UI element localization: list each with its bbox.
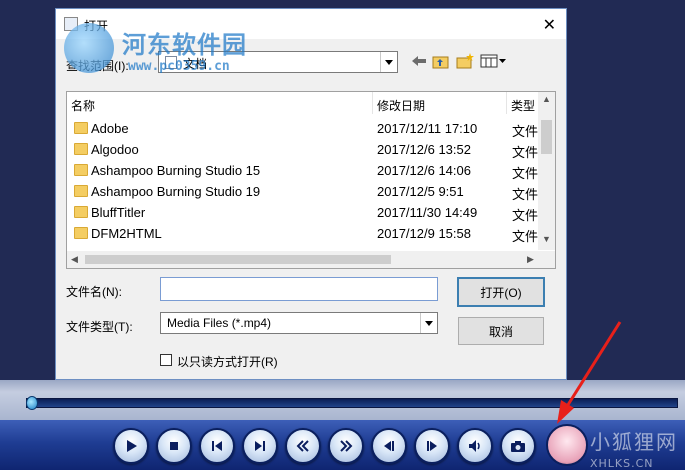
- watermark-site-url: www.pc0359.cn: [128, 59, 230, 74]
- cancel-button[interactable]: 取消: [458, 317, 544, 345]
- file-date: 2017/11/30 14:49: [377, 205, 478, 220]
- file-date: 2017/12/6 13:52: [377, 142, 471, 157]
- fast-forward-icon: [340, 440, 353, 452]
- up-folder-button[interactable]: [432, 53, 450, 69]
- file-row[interactable]: DFM2HTML 2017/12/9 15:58 文件: [67, 223, 539, 244]
- frame-forward-icon: [427, 441, 437, 451]
- vertical-scrollbar[interactable]: ▲ ▼: [538, 92, 555, 250]
- file-name: DFM2HTML: [91, 226, 162, 241]
- scroll-right-icon[interactable]: ▶: [527, 254, 534, 265]
- next-button[interactable]: [242, 428, 278, 464]
- file-name: Ashampoo Burning Studio 15: [91, 163, 261, 178]
- file-row[interactable]: Ashampoo Burning Studio 19 2017/12/5 9:5…: [67, 181, 539, 202]
- file-date: 2017/12/11 17:10: [377, 121, 478, 136]
- skip-back-icon: [212, 441, 222, 451]
- view-list-icon: [480, 54, 506, 68]
- file-name: Algodoo: [91, 142, 139, 157]
- speaker-icon: [469, 440, 480, 452]
- back-button[interactable]: [410, 53, 428, 69]
- file-type: 文件: [512, 145, 539, 160]
- file-name: BluffTitler: [91, 205, 146, 220]
- step-forward-button[interactable]: [414, 428, 450, 464]
- column-header-type[interactable]: 类型: [507, 92, 541, 114]
- file-type: 文件: [512, 229, 539, 244]
- frame-back-icon: [384, 441, 394, 451]
- file-date: 2017/12/9 15:58: [377, 226, 471, 241]
- chevron-down-icon: [385, 59, 393, 65]
- column-date-label: 修改日期: [377, 99, 426, 113]
- file-type: 文件: [512, 124, 539, 139]
- column-header-name[interactable]: 名称: [67, 92, 373, 114]
- look-in-dropdown-arrow[interactable]: [380, 52, 397, 72]
- stop-icon: [170, 442, 178, 450]
- column-name-label: 名称: [71, 99, 96, 113]
- folder-icon: [74, 185, 88, 197]
- open-button[interactable]: 打开(O): [457, 277, 545, 307]
- chevron-down-icon: [425, 320, 433, 326]
- close-button[interactable]: ✕: [543, 15, 556, 35]
- file-name: Adobe: [91, 121, 129, 136]
- horizontal-scrollbar[interactable]: ◀ ▶: [67, 251, 539, 268]
- scroll-up-icon[interactable]: ▲: [542, 94, 551, 104]
- folder-icon: [74, 143, 88, 155]
- play-icon: [127, 440, 137, 452]
- horizontal-scroll-thumb[interactable]: [85, 255, 391, 264]
- new-folder-button[interactable]: [456, 53, 474, 69]
- column-header-date[interactable]: 修改日期: [373, 92, 507, 114]
- camera-icon: [511, 441, 525, 452]
- play-button[interactable]: [113, 428, 149, 464]
- filename-label: 文件名(N):: [66, 285, 122, 299]
- file-name: Ashampoo Burning Studio 19: [91, 184, 261, 199]
- fast-forward-button[interactable]: [328, 428, 364, 464]
- corner-watermark-url: XHLKS.CN: [590, 457, 654, 470]
- up-folder-icon: [432, 56, 449, 69]
- filename-input[interactable]: [160, 277, 438, 301]
- fox-logo: [546, 424, 588, 466]
- file-type: 文件: [512, 208, 539, 223]
- watermark-site-name: 河东软件园: [122, 31, 247, 59]
- back-arrow-icon: [412, 56, 426, 66]
- folder-icon: [74, 206, 88, 218]
- open-file-dialog: 打开 ✕ 查找范围(I): 文档 名称 修改日期 类型 Adobe 2017/1…: [55, 8, 567, 380]
- file-row[interactable]: Algodoo 2017/12/6 13:52 文件: [67, 139, 539, 160]
- skip-forward-icon: [255, 441, 265, 451]
- filetype-select[interactable]: Media Files (*.mp4): [160, 312, 438, 334]
- stop-button[interactable]: [156, 428, 192, 464]
- seek-handle[interactable]: [26, 396, 38, 410]
- folder-icon: [74, 122, 88, 134]
- new-folder-icon: [456, 53, 474, 69]
- file-type: 文件: [512, 166, 539, 181]
- readonly-checkbox[interactable]: [160, 354, 172, 366]
- rewind-icon: [296, 440, 309, 452]
- file-row[interactable]: BluffTitler 2017/11/30 14:49 文件: [67, 202, 539, 223]
- watermark-logo: [64, 23, 114, 73]
- scroll-left-icon[interactable]: ◀: [71, 254, 78, 265]
- readonly-label: 以只读方式打开(R): [177, 355, 278, 369]
- file-row[interactable]: Adobe 2017/12/11 17:10 文件: [67, 118, 539, 139]
- filetype-label: 文件类型(T):: [66, 320, 133, 334]
- view-menu-button[interactable]: [480, 53, 508, 69]
- corner-watermark-name: 小狐狸网: [590, 430, 678, 454]
- folder-icon: [74, 227, 88, 239]
- seek-bar[interactable]: [26, 398, 678, 408]
- previous-button[interactable]: [199, 428, 235, 464]
- file-type: 文件: [512, 187, 539, 202]
- file-date: 2017/12/6 14:06: [377, 163, 471, 178]
- folder-icon: [74, 164, 88, 176]
- step-back-button[interactable]: [371, 428, 407, 464]
- file-date: 2017/12/5 9:51: [377, 184, 464, 199]
- scrollbar-corner: [538, 251, 555, 268]
- volume-button[interactable]: [457, 428, 493, 464]
- rewind-button[interactable]: [285, 428, 321, 464]
- corner-watermark: 小狐狸网 XHLKS.CN: [590, 426, 678, 470]
- vertical-scroll-thumb[interactable]: [541, 120, 552, 154]
- site-watermark: 河东软件园 www.pc0359.cn: [64, 19, 264, 79]
- file-list[interactable]: 名称 修改日期 类型 Adobe 2017/12/11 17:10 文件 Alg…: [66, 91, 556, 269]
- file-row[interactable]: Ashampoo Burning Studio 15 2017/12/6 14:…: [67, 160, 539, 181]
- filetype-dropdown-arrow[interactable]: [420, 313, 437, 333]
- column-type-label: 类型: [511, 99, 536, 113]
- snapshot-button[interactable]: [500, 428, 536, 464]
- scroll-down-icon[interactable]: ▼: [542, 234, 551, 244]
- filetype-value: Media Files (*.mp4): [167, 316, 272, 330]
